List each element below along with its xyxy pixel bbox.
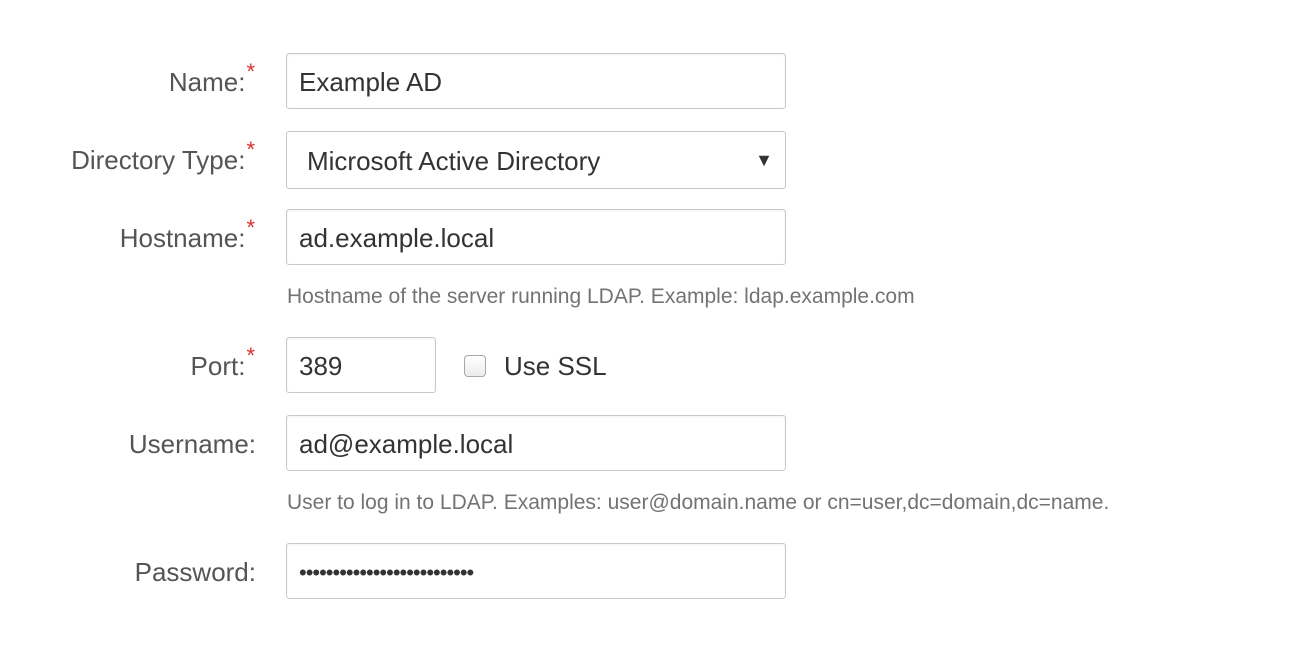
password-label: Password: xyxy=(134,557,256,587)
directory-type-row: Directory Type:* Microsoft Active Direct… xyxy=(0,131,1300,189)
password-row: Password: •••••••••••••••••••••••••• xyxy=(0,543,1300,601)
required-marker: * xyxy=(246,215,255,240)
username-row: Username: ad@example.local xyxy=(0,415,1300,473)
ldap-settings-form: Name:* Example AD Directory Type:* Micro… xyxy=(0,0,1300,670)
directory-type-label: Directory Type:* xyxy=(71,137,255,175)
name-row: Name:* Example AD xyxy=(0,53,1300,111)
directory-type-select[interactable]: Microsoft Active Directory ▼ xyxy=(286,131,786,189)
port-row: Port:* 389 Use SSL xyxy=(0,337,1300,395)
password-input[interactable]: •••••••••••••••••••••••••• xyxy=(286,543,786,599)
username-input[interactable]: ad@example.local xyxy=(286,415,786,471)
name-input[interactable]: Example AD xyxy=(286,53,786,109)
username-label: Username: xyxy=(128,429,256,459)
hostname-label: Hostname:* xyxy=(119,215,255,253)
port-input[interactable]: 389 xyxy=(286,337,436,393)
hostname-help-text: Hostname of the server running LDAP. Exa… xyxy=(287,285,915,308)
required-marker: * xyxy=(246,59,255,84)
directory-type-selected: Microsoft Active Directory xyxy=(307,146,601,176)
required-marker: * xyxy=(246,343,255,368)
use-ssl-label[interactable]: Use SSL xyxy=(504,351,607,382)
hostname-row: Hostname:* ad.example.local xyxy=(0,209,1300,267)
use-ssl-option[interactable]: Use SSL xyxy=(464,337,607,395)
chevron-down-icon: ▼ xyxy=(755,150,773,170)
required-marker: * xyxy=(246,137,255,162)
username-help-text: User to log in to LDAP. Examples: user@d… xyxy=(287,491,1110,514)
name-label: Name:* xyxy=(168,59,255,97)
use-ssl-checkbox[interactable] xyxy=(464,355,486,377)
hostname-input[interactable]: ad.example.local xyxy=(286,209,786,265)
port-label: Port:* xyxy=(190,343,255,381)
